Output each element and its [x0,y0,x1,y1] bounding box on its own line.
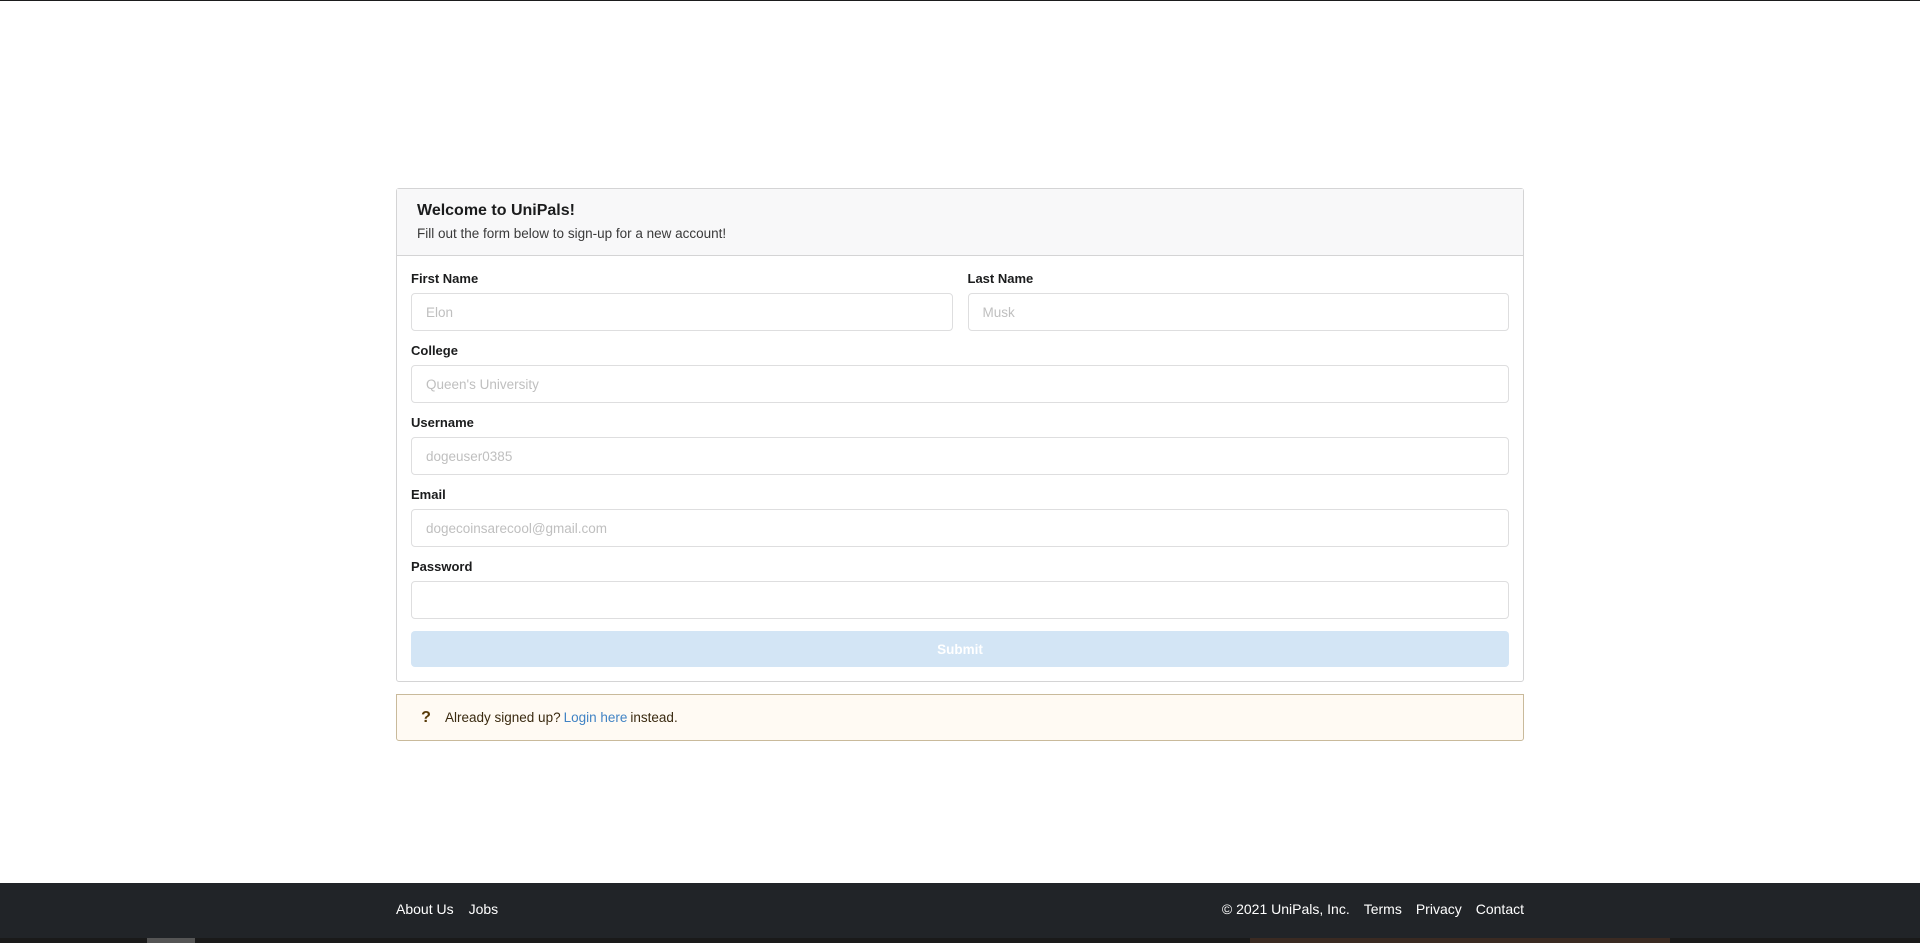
username-input[interactable] [411,437,1509,475]
footer-strip-accent [1250,938,1670,943]
footer-right-links: © 2021 UniPals, Inc. Terms Privacy Conta… [1222,901,1524,917]
footer-inner: About Us Jobs © 2021 UniPals, Inc. Terms… [396,883,1524,935]
submit-button[interactable]: Submit [411,631,1509,667]
college-label: College [411,343,458,358]
footer-strip-mark [147,938,195,943]
first-name-input[interactable] [411,293,953,331]
footer-link-privacy[interactable]: Privacy [1416,901,1462,917]
first-name-label: First Name [411,271,479,286]
password-label: Password [411,559,473,574]
footer-link-terms[interactable]: Terms [1364,901,1402,917]
email-field: Email [411,487,1509,547]
username-field: Username [411,415,1509,475]
footer-link-contact[interactable]: Contact [1476,901,1524,917]
username-label: Username [411,415,474,430]
signup-form: First Name Last Name College Username Em… [397,256,1523,681]
email-label: Email [411,487,446,502]
email-input[interactable] [411,509,1509,547]
name-row: First Name Last Name [411,271,1509,343]
top-border [0,0,1920,1]
footer: About Us Jobs © 2021 UniPals, Inc. Terms… [0,883,1920,943]
college-input[interactable] [411,365,1509,403]
login-note: ? Already signed up? Login here instead. [396,694,1524,741]
footer-link-jobs[interactable]: Jobs [469,901,499,917]
first-name-field: First Name [411,271,953,331]
last-name-label: Last Name [967,271,1034,286]
login-note-suffix: instead. [630,710,678,725]
question-icon: ? [421,708,431,726]
footer-link-about-us[interactable]: About Us [396,901,454,917]
password-input[interactable] [411,581,1509,619]
login-link[interactable]: Login here [564,710,628,725]
last-name-input[interactable] [967,293,1509,331]
page-subtitle: Fill out the form below to sign-up for a… [417,226,727,241]
card-header: Welcome to UniPals! Fill out the form be… [397,189,1523,256]
login-note-prefix: Already signed up? [445,710,561,725]
signup-card: Welcome to UniPals! Fill out the form be… [396,188,1524,682]
college-field: College [411,343,1509,403]
page-title: Welcome to UniPals! [417,202,575,219]
password-field: Password [411,559,1509,619]
signup-page: Welcome to UniPals! Fill out the form be… [0,0,1920,943]
copyright-text: © 2021 UniPals, Inc. [1221,901,1350,917]
footer-left-links: About Us Jobs [396,901,513,917]
last-name-field: Last Name [967,271,1509,331]
